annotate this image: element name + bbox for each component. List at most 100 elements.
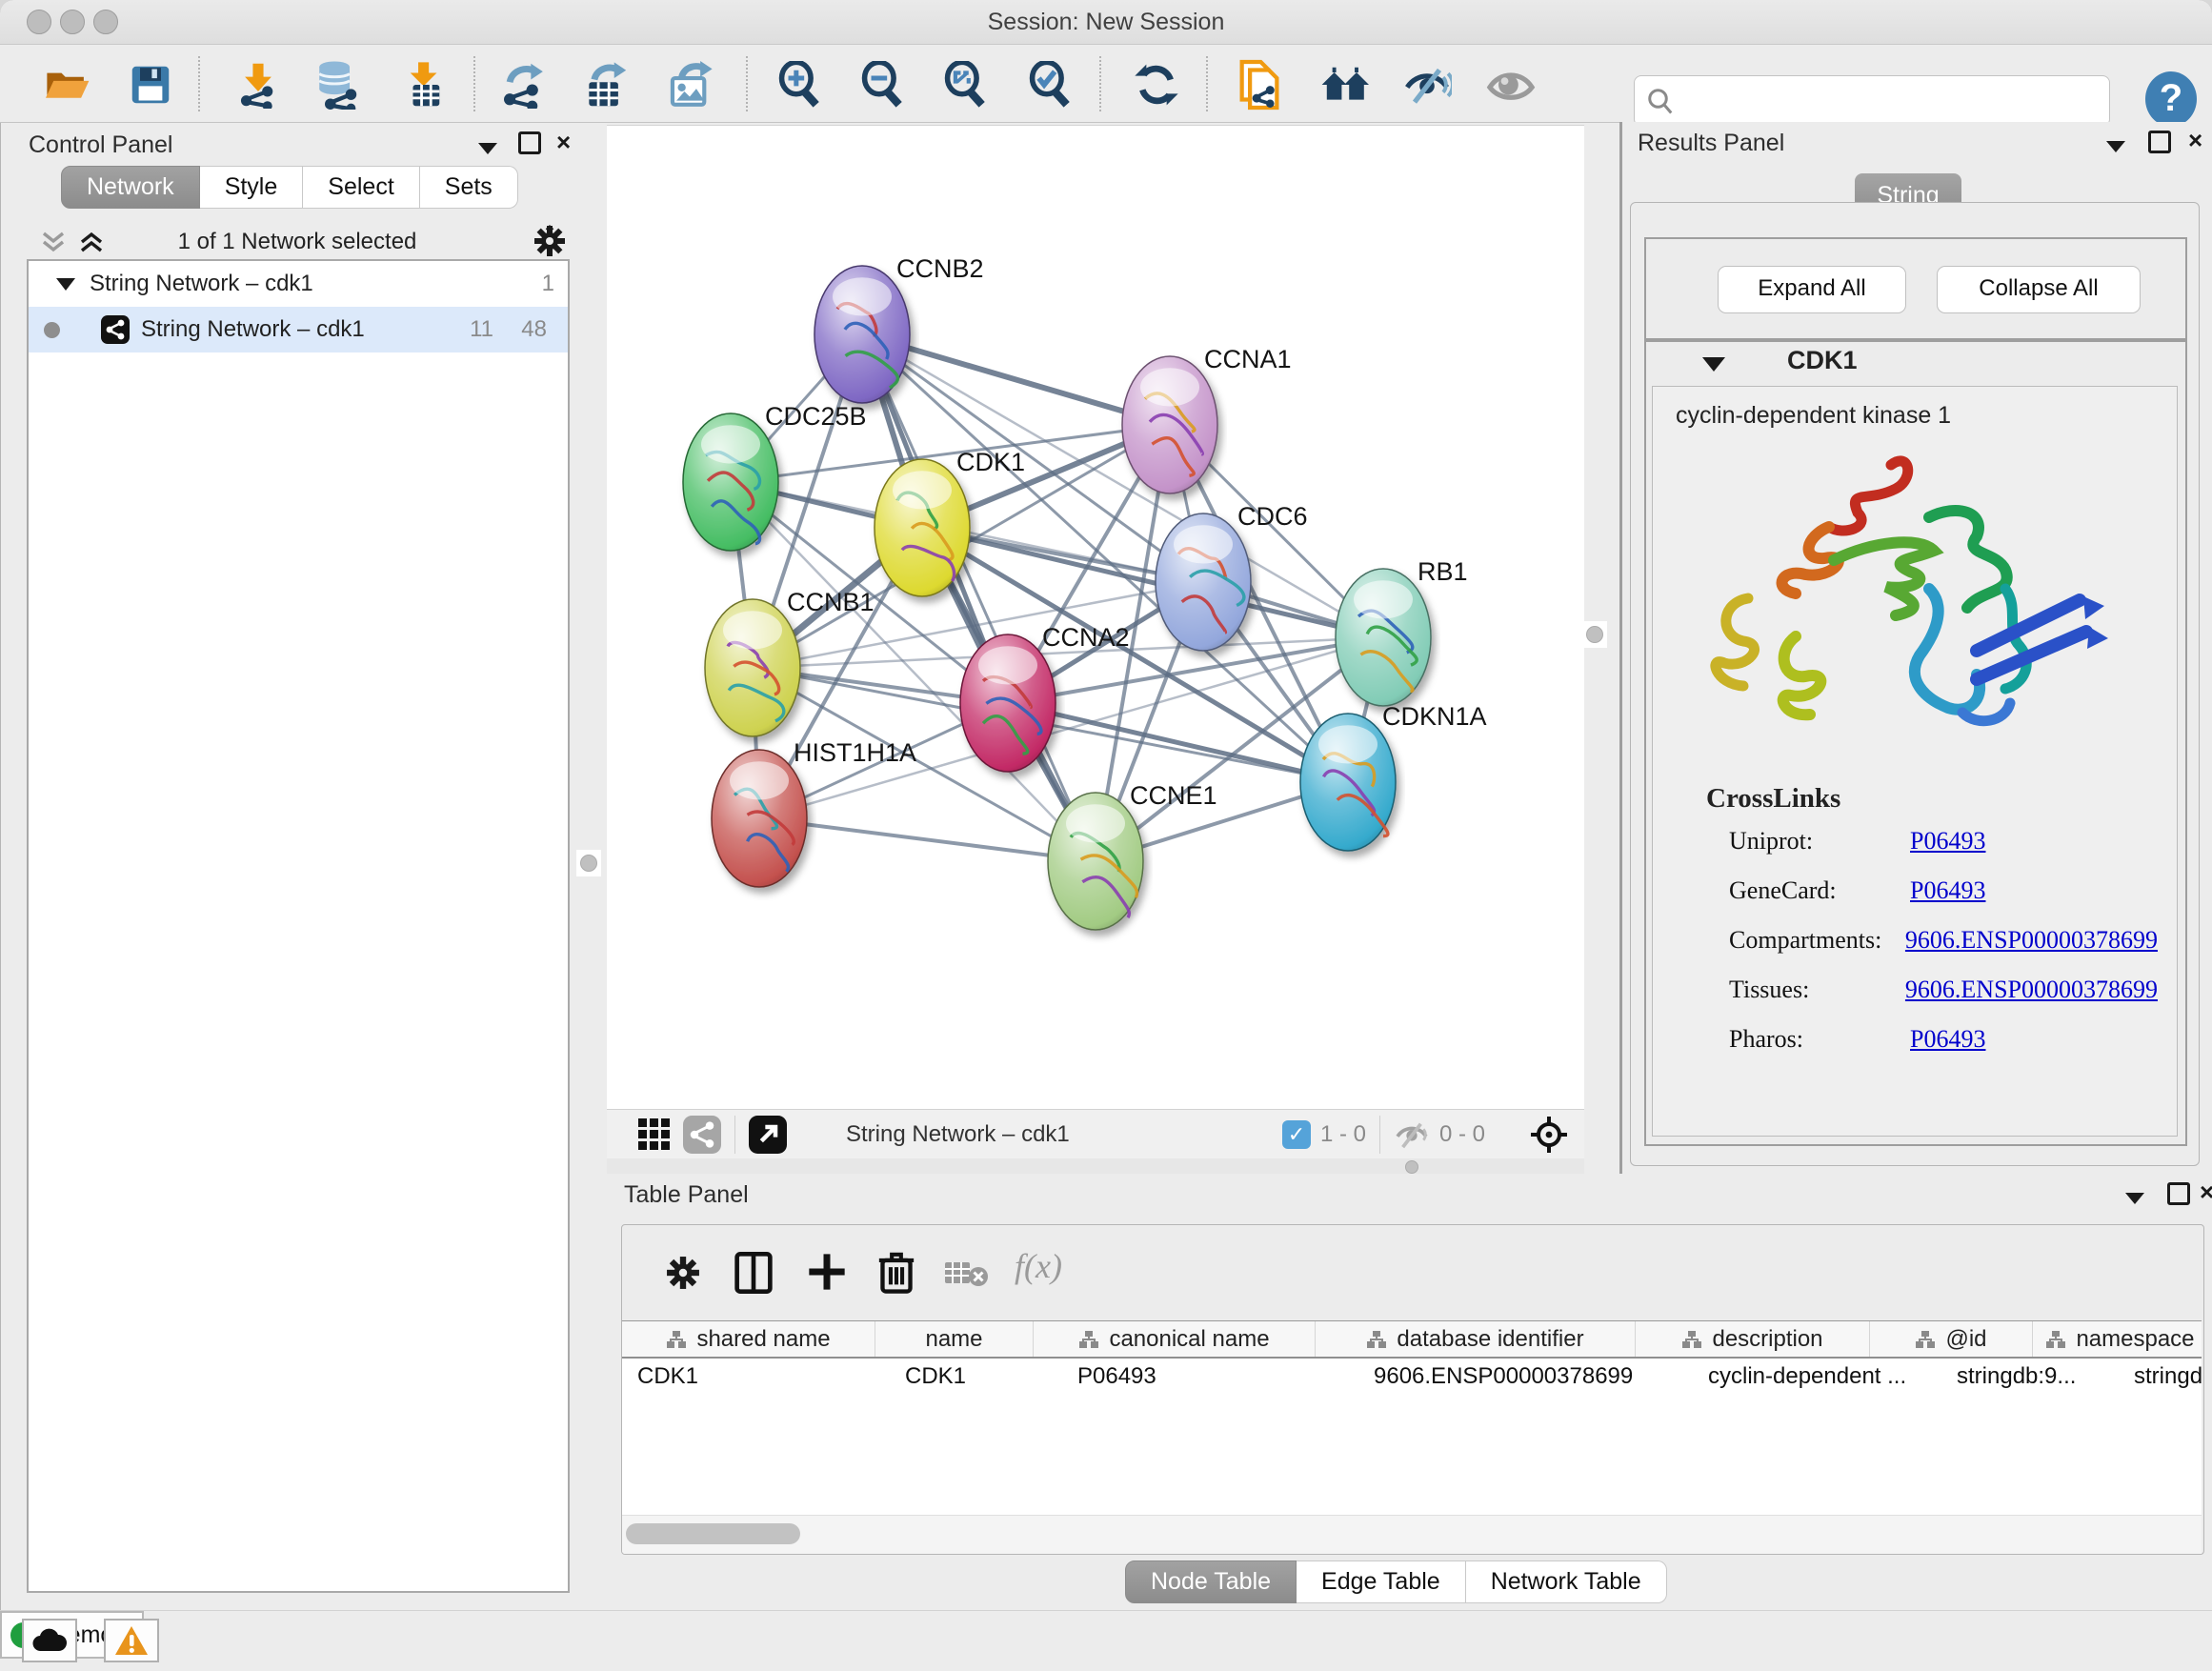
panel-close-icon[interactable]: × <box>556 130 571 154</box>
collapse-all-button[interactable]: Collapse All <box>1937 266 2141 313</box>
hidden-eye-icon[interactable] <box>1394 1120 1430 1149</box>
import-network-icon[interactable] <box>233 60 283 110</box>
network-edge[interactable] <box>862 334 1096 861</box>
table-cell[interactable]: P06493 <box>1062 1359 1358 1395</box>
network-edge[interactable] <box>759 818 1096 861</box>
column-header-namespace[interactable]: namespace <box>2033 1321 2204 1357</box>
import-network-from-database-icon[interactable] <box>312 60 362 110</box>
column-header-database-identifier[interactable]: database identifier <box>1316 1321 1636 1357</box>
table-cell[interactable]: stringdb:9... <box>1941 1359 2119 1395</box>
selected-checkbox-icon[interactable]: ✓ <box>1282 1120 1311 1149</box>
panel-float-icon[interactable] <box>2148 131 2171 153</box>
column-header-shared-name[interactable]: shared name <box>622 1321 875 1357</box>
create-column-plus-icon[interactable] <box>807 1252 847 1292</box>
table-cell[interactable]: CDK1 <box>622 1359 890 1395</box>
save-session-icon[interactable] <box>126 60 175 110</box>
table-cell[interactable]: 9606.ENSP00000378699 <box>1358 1359 1693 1395</box>
panel-menu-icon[interactable] <box>476 141 499 156</box>
show-all-eye-icon[interactable] <box>1486 60 1536 110</box>
copy-network-view-icon[interactable] <box>1235 60 1284 110</box>
fit-selected-crosshair-icon[interactable] <box>1529 1115 1569 1155</box>
network-node-rb1[interactable]: RB1 <box>1336 557 1468 706</box>
network-options-gear-icon[interactable] <box>533 225 566 257</box>
tab-node-table[interactable]: Node Table <box>1125 1560 1297 1603</box>
search-field[interactable] <box>1634 75 2110 127</box>
splitter-handle[interactable] <box>576 850 601 876</box>
collection-expand-icon[interactable] <box>55 276 76 292</box>
grid-view-icon[interactable] <box>637 1117 672 1152</box>
warning-status-button[interactable] <box>104 1619 159 1662</box>
network-collection-row[interactable]: String Network – cdk1 1 <box>29 261 568 307</box>
network-node-ccna1[interactable]: CCNA1 <box>1122 345 1292 493</box>
zoom-out-icon[interactable] <box>858 60 908 110</box>
table-cell[interactable]: cyclin-dependent ... <box>1693 1359 1941 1395</box>
collapse-all-chevron-icon[interactable] <box>40 231 69 255</box>
section-collapse-icon[interactable] <box>1701 355 1726 372</box>
protein-description: cyclin-dependent kinase 1 <box>1676 402 1951 430</box>
node-table[interactable]: shared namenamecanonical namedatabase id… <box>622 1320 2202 1516</box>
table-cell[interactable]: stringdb <box>2119 1359 2204 1395</box>
network-edge[interactable] <box>1008 703 1348 782</box>
panel-float-icon[interactable] <box>2167 1182 2190 1205</box>
crosslink-link[interactable]: P06493 <box>1910 876 1985 905</box>
crosslink-link[interactable]: P06493 <box>1910 827 1985 856</box>
panel-menu-icon[interactable] <box>2104 139 2127 154</box>
open-session-icon[interactable] <box>42 60 91 110</box>
crosslink-link[interactable]: 9606.ENSP00000378699 <box>1905 926 2158 955</box>
panel-float-icon[interactable] <box>518 131 541 154</box>
network-row[interactable]: String Network – cdk1 11 48 <box>29 307 568 352</box>
delete-column-trash-icon[interactable] <box>877 1250 915 1294</box>
network-node-cdkn1a[interactable]: CDKN1A <box>1300 702 1487 851</box>
window-title: Session: New Session <box>0 9 2212 36</box>
scrollbar-thumb[interactable] <box>626 1523 800 1544</box>
column-header--id[interactable]: @id <box>1870 1321 2033 1357</box>
tab-network[interactable]: Network <box>61 166 200 209</box>
delete-table-icon[interactable] <box>944 1259 988 1288</box>
function-builder-icon[interactable]: f(x) <box>1015 1246 1062 1286</box>
help-icon[interactable]: ? <box>2145 71 2197 127</box>
column-header-canonical-name[interactable]: canonical name <box>1034 1321 1316 1357</box>
splitter-handle[interactable] <box>1582 621 1607 648</box>
network-node-cdc6[interactable]: CDC6 <box>1156 502 1308 651</box>
column-header-name[interactable]: name <box>875 1321 1034 1357</box>
table-horizontal-scrollbar[interactable] <box>622 1515 2202 1554</box>
hide-selected-eye-icon[interactable] <box>1402 60 1452 110</box>
table-row[interactable]: CDK1CDK1P064939606.ENSP00000378699cyclin… <box>622 1359 2202 1395</box>
export-network-icon[interactable] <box>498 60 548 110</box>
horizontal-splitter[interactable] <box>607 1158 1584 1174</box>
tab-sets[interactable]: Sets <box>420 166 518 209</box>
home-icon[interactable] <box>1319 60 1369 110</box>
panel-menu-icon[interactable] <box>2123 1191 2146 1206</box>
network-list-view-icon[interactable] <box>683 1116 721 1154</box>
panel-close-icon[interactable]: × <box>2188 128 2202 152</box>
search-input[interactable] <box>1682 87 2109 115</box>
import-table-icon[interactable] <box>400 60 450 110</box>
export-table-icon[interactable] <box>580 60 630 110</box>
crosslink-link[interactable]: P06493 <box>1910 1025 1985 1054</box>
node-label-ccnb1: CCNB1 <box>787 588 875 616</box>
refresh-icon[interactable] <box>1132 60 1181 110</box>
table-options-gear-icon[interactable] <box>666 1256 700 1290</box>
table-cell[interactable]: CDK1 <box>890 1359 1062 1395</box>
cloud-status-button[interactable] <box>22 1619 77 1662</box>
toolbar-separator <box>1206 56 1208 111</box>
tab-network-table[interactable]: Network Table <box>1466 1560 1667 1603</box>
tab-select[interactable]: Select <box>303 166 419 209</box>
crosslink-link[interactable]: 9606.ENSP00000378699 <box>1905 976 2158 1004</box>
expand-all-button[interactable]: Expand All <box>1718 266 1906 313</box>
network-node-ccne1[interactable]: CCNE1 <box>1048 781 1217 930</box>
export-image-icon[interactable] <box>665 60 714 110</box>
show-columns-icon[interactable] <box>734 1252 773 1294</box>
zoom-fit-icon[interactable] <box>941 60 991 110</box>
tab-style[interactable]: Style <box>200 166 304 209</box>
zoom-selected-icon[interactable] <box>1026 60 1076 110</box>
network-canvas[interactable]: CCNB2CCNA1CDC25BCDK1CDC6RB1CCNB1CCNA2CDK… <box>607 125 1584 1110</box>
expand-all-chevron-icon[interactable] <box>78 231 107 255</box>
panel-close-icon[interactable]: × <box>2200 1179 2212 1204</box>
network-node-hist1h1a[interactable]: HIST1H1A <box>712 738 916 887</box>
network-node-ccnb2[interactable]: CCNB2 <box>814 254 984 403</box>
detach-view-icon[interactable] <box>749 1116 787 1154</box>
column-header-description[interactable]: description <box>1636 1321 1870 1357</box>
tab-edge-table[interactable]: Edge Table <box>1297 1560 1466 1603</box>
zoom-in-icon[interactable] <box>775 60 825 110</box>
